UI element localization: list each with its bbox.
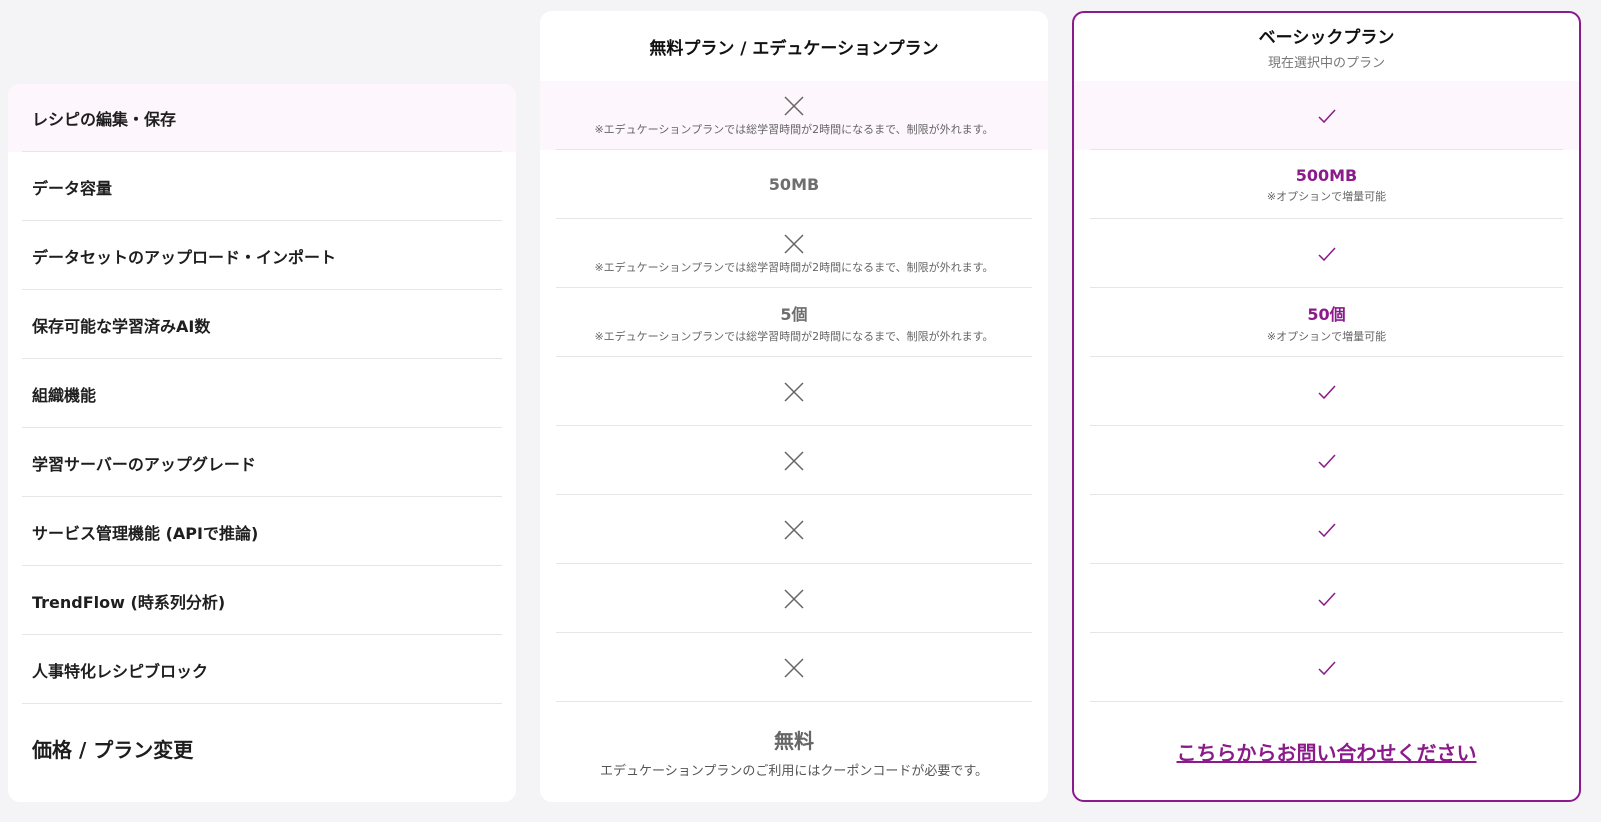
free-service-cell (540, 495, 1048, 564)
feature-label: データセットのアップロード・インポート (32, 247, 337, 267)
check-icon (1317, 246, 1336, 261)
free-storage-value: 50MB (768, 175, 820, 194)
free-org-cell (540, 357, 1048, 426)
basic-plan-header: ベーシックプラン 現在選択中のプラン (1074, 13, 1579, 82)
cross-icon (784, 450, 804, 471)
option-note: ※オプションで増量可能 (1266, 189, 1387, 203)
basic-plan-card: ベーシックプラン 現在選択中のプラン 500MB ※オプションで増量可能 50個… (1072, 11, 1581, 802)
free-upload-cell: ※エデュケーションプランでは総学習時間が2時間になるまで、制限が外れます。 (540, 219, 1048, 288)
basic-ai-count-cell: 50個 ※オプションで増量可能 (1074, 288, 1579, 357)
free-ai-count-value: 5個 (780, 305, 808, 324)
check-icon (1317, 453, 1336, 468)
edu-note: ※エデュケーションプランでは総学習時間が2時間になるまで、制限が外れます。 (594, 123, 994, 136)
free-ai-count-cell: 5個 ※エデュケーションプランでは総学習時間が2時間になるまで、制限が外れます。 (540, 288, 1048, 357)
basic-server-cell (1074, 426, 1579, 495)
feature-row: TrendFlow (時系列分析) (8, 566, 516, 635)
feature-row: データセットのアップロード・インポート (8, 221, 516, 290)
feature-label: TrendFlow (時系列分析) (32, 592, 226, 612)
check-icon (1317, 660, 1336, 675)
basic-hr-cell (1074, 633, 1579, 702)
contact-link[interactable]: こちらからお問い合わせください (1177, 737, 1477, 766)
basic-ai-count-value: 50個 (1307, 305, 1346, 324)
free-plan-card: 無料プラン / エデュケーションプラン ※エデュケーションプランでは総学習時間が… (540, 11, 1048, 802)
feature-row: サービス管理機能 (APIで推論) (8, 497, 516, 566)
free-storage-cell: 50MB (540, 150, 1048, 219)
feature-row: レシピの編集・保存 (8, 84, 516, 152)
basic-trendflow-cell (1074, 564, 1579, 633)
feature-label: サービス管理機能 (APIで推論) (32, 523, 259, 543)
free-price-cell: 無料 エデュケーションプランのご利用にはクーポンコードが必要です。 (540, 702, 1048, 802)
price-row-label: 価格 / プラン変更 (8, 704, 516, 792)
check-icon (1317, 108, 1336, 123)
free-price-note: エデュケーションプランのご利用にはクーポンコードが必要です。 (599, 764, 989, 779)
feature-label: レシピの編集・保存 (32, 110, 177, 129)
feature-label: 保存可能な学習済みAI数 (32, 316, 211, 336)
edu-note: ※エデュケーションプランでは総学習時間が2時間になるまで、制限が外れます。 (594, 330, 994, 343)
free-plan-header: 無料プラン / エデュケーションプラン (540, 11, 1048, 82)
cross-icon (784, 234, 804, 254)
free-plan-title: 無料プラン / エデュケーションプラン (649, 38, 939, 59)
free-server-cell (540, 426, 1048, 495)
edu-note: ※エデュケーションプランでは総学習時間が2時間になるまで、制限が外れます。 (594, 261, 994, 274)
basic-service-cell (1074, 495, 1579, 564)
option-note: ※オプションで増量可能 (1266, 330, 1387, 343)
feature-label: 組織機能 (32, 385, 97, 405)
feature-row: 学習サーバーのアップグレード (8, 428, 516, 497)
features-card: レシピの編集・保存 データ容量 データセットのアップロード・インポート 保存可能… (8, 84, 516, 802)
free-trendflow-cell (540, 564, 1048, 633)
check-icon (1317, 591, 1336, 606)
feature-label: 人事特化レシピブロック (32, 661, 209, 681)
free-price: 無料 (774, 729, 814, 753)
free-hr-cell (540, 633, 1048, 702)
basic-price-cell: こちらからお問い合わせください (1074, 702, 1579, 800)
basic-org-cell (1074, 357, 1579, 426)
basic-upload-cell (1074, 219, 1579, 288)
free-recipe-cell: ※エデュケーションプランでは総学習時間が2時間になるまで、制限が外れます。 (540, 81, 1048, 150)
cross-icon (784, 96, 804, 116)
feature-row: 人事特化レシピブロック (8, 635, 516, 704)
feature-label: データ容量 (32, 178, 113, 198)
feature-row: 保存可能な学習済みAI数 (8, 290, 516, 359)
feature-row: データ容量 (8, 152, 516, 221)
basic-plan-subtitle: 現在選択中のプラン (1267, 56, 1385, 71)
cross-icon (784, 588, 804, 609)
feature-label: 学習サーバーのアップグレード (32, 454, 256, 474)
basic-recipe-cell (1074, 81, 1579, 150)
basic-storage-cell: 500MB ※オプションで増量可能 (1074, 150, 1579, 219)
feature-row: 組織機能 (8, 359, 516, 428)
price-label: 価格 / プラン変更 (32, 737, 194, 762)
basic-plan-title: ベーシックプラン (1258, 28, 1395, 48)
cross-icon (784, 657, 804, 678)
cross-icon (784, 381, 804, 402)
check-icon (1317, 522, 1336, 537)
check-icon (1317, 384, 1336, 399)
basic-storage-value: 500MB (1295, 165, 1358, 185)
cross-icon (784, 519, 804, 540)
